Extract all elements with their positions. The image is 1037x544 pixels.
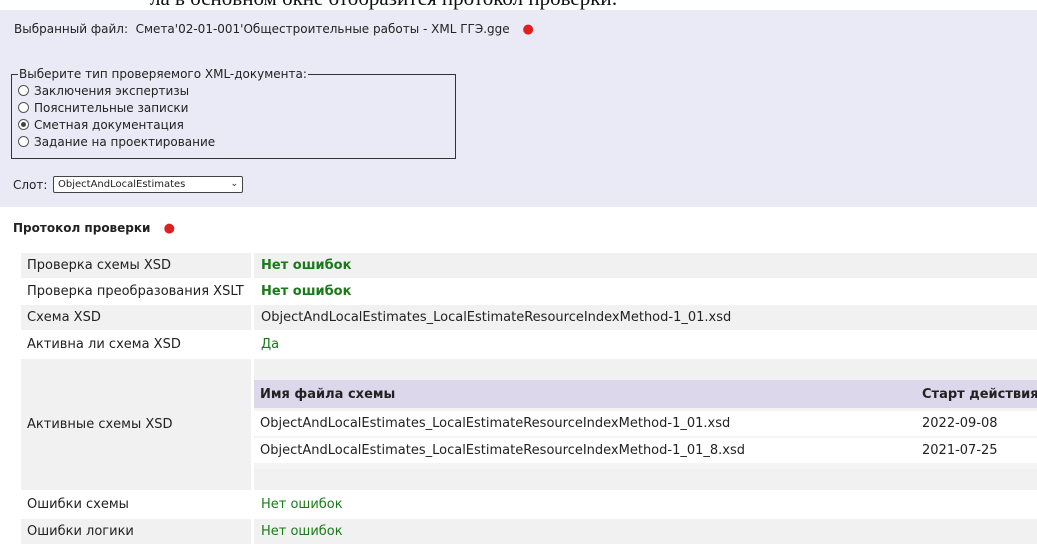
row-label: Проверка преобразования XSLT — [21, 279, 251, 304]
row-label: Ошибки схемы — [21, 492, 251, 517]
row-label: Проверка схемы XSD — [21, 253, 251, 278]
table-row: Схема XSD ObjectAndLocalEstimates_LocalE… — [21, 305, 1037, 330]
active-schemas-table: Имя файла схемы Старт действия ObjectAnd… — [254, 380, 1037, 469]
column-header-start-date: Старт действия — [922, 386, 1037, 402]
protocol-title: Протокол проверки ● — [13, 221, 175, 236]
radio-option-expert-conclusions[interactable]: Заключения экспертизы — [18, 82, 189, 99]
row-label: Ошибки логики — [21, 519, 251, 544]
slot-label: Слот: — [13, 178, 48, 192]
column-header-schema-file: Имя файла схемы — [260, 386, 396, 402]
radio-option-design-assignment[interactable]: Задание на проектирование — [18, 133, 215, 150]
table-row: ObjectAndLocalEstimates_LocalEstimateRes… — [254, 438, 1037, 463]
radio-option-estimate-docs[interactable]: Сметная документация — [18, 116, 184, 133]
radio-button-checked-icon[interactable] — [18, 119, 29, 130]
start-date-cell: 2022-09-08 — [922, 416, 998, 431]
slot-select[interactable]: ObjectAndLocalEstimates ⌄ — [53, 176, 243, 193]
selected-file-label: Выбранный файл: — [14, 22, 128, 36]
radio-label: Заключения экспертизы — [34, 83, 190, 98]
row-value: Нет ошибок — [254, 492, 1037, 517]
row-label: Активные схемы XSD — [21, 359, 251, 490]
row-value: Нет ошибок — [254, 253, 1037, 278]
table-row: Проверка преобразования XSLT Нет ошибок — [21, 279, 1037, 304]
row-value: ObjectAndLocalEstimates_LocalEstimateRes… — [254, 305, 1037, 330]
row-label: Схема XSD — [21, 305, 251, 330]
file-selection-panel: Выбранный файл: Смета'02-01-001'Общестро… — [0, 10, 1037, 207]
selected-file-line: Выбранный файл: Смета'02-01-001'Общестро… — [14, 22, 534, 37]
doc-type-legend: Выберите тип проверяемого XML-документа: — [18, 67, 308, 82]
protocol-status-indicator-icon: ● — [163, 221, 175, 236]
table-row: Ошибки логики Нет ошибок — [21, 519, 1037, 544]
row-value: Нет ошибок — [254, 519, 1037, 544]
table-row: Ошибки схемы Нет ошибок — [21, 492, 1037, 517]
cropped-instruction-text: ла в основном окне отобразится протокол … — [0, 0, 1037, 10]
radio-label: Задание на проектирование — [34, 134, 216, 149]
chevron-down-icon: ⌄ — [230, 179, 238, 189]
doc-type-fieldset: Выберите тип проверяемого XML-документа:… — [11, 67, 456, 159]
table-header-row: Имя файла схемы Старт действия — [254, 380, 1037, 408]
schema-file-cell: ObjectAndLocalEstimates_LocalEstimateRes… — [260, 416, 731, 431]
row-value: Нет ошибок — [254, 279, 1037, 304]
schema-file-cell: ObjectAndLocalEstimates_LocalEstimateRes… — [260, 443, 746, 458]
slot-select-value: ObjectAndLocalEstimates — [58, 179, 186, 190]
table-row: Активна ли схема XSD Да — [21, 331, 1037, 357]
radio-label: Пояснительные записки — [34, 100, 189, 115]
start-date-cell: 2021-07-25 — [922, 443, 998, 458]
radio-button-icon[interactable] — [18, 85, 29, 96]
protocol-title-text: Протокол проверки — [13, 221, 151, 235]
row-value: Да — [254, 331, 1037, 357]
radio-button-icon[interactable] — [18, 102, 29, 113]
radio-button-icon[interactable] — [18, 136, 29, 147]
table-row: Проверка схемы XSD Нет ошибок — [21, 253, 1037, 278]
radio-label: Сметная документация — [34, 117, 184, 132]
file-status-indicator-icon: ● — [522, 22, 534, 37]
radio-option-explanatory-notes[interactable]: Пояснительные записки — [18, 99, 188, 116]
row-label: Активна ли схема XSD — [21, 331, 251, 357]
selected-file-name: Смета'02-01-001'Общестроительные работы … — [135, 22, 510, 36]
table-row: ObjectAndLocalEstimates_LocalEstimateRes… — [254, 411, 1037, 436]
